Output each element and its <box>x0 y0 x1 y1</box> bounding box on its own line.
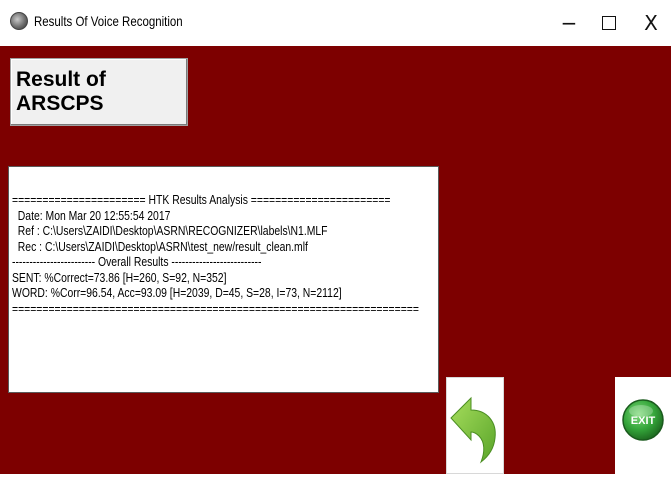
exit-button[interactable]: EXIT <box>615 377 671 474</box>
result-of-arscps-button[interactable]: Result of ARSCPS <box>10 58 188 126</box>
minimize-button[interactable]: − <box>549 8 589 38</box>
window-client-area: Result of ARSCPS ====================== … <box>0 46 671 474</box>
results-line: Rec : C:\Users\ZAIDI\Desktop\ASRN\test_n… <box>12 238 308 254</box>
results-line: ========================================… <box>12 300 419 316</box>
results-line: SENT: %Correct=73.86 [H=260, S=92, N=352… <box>12 269 227 285</box>
results-line: WORD: %Corr=96.54, Acc=93.09 [H=2039, D=… <box>12 285 342 300</box>
maximize-button[interactable] <box>589 8 629 38</box>
back-button[interactable] <box>446 377 504 474</box>
exit-label: EXIT <box>631 415 656 427</box>
speaker-icon <box>10 12 28 30</box>
back-arrow-icon <box>450 396 496 464</box>
maximize-icon <box>602 16 616 30</box>
results-line: Date: Mon Mar 20 12:55:54 2017 <box>12 207 171 223</box>
results-line: ------------------------ Overall Results… <box>12 254 262 269</box>
window-title: Results Of Voice Recognition <box>34 13 183 29</box>
close-button[interactable]: X <box>631 8 671 38</box>
results-line: ====================== HTK Results Analy… <box>12 192 391 207</box>
results-line: Ref : C:\Users\ZAIDI\Desktop\ASRN\RECOGN… <box>12 223 328 238</box>
exit-icon: EXIT <box>622 399 664 441</box>
title-bar: Results Of Voice Recognition − X <box>0 0 671 46</box>
results-text-box[interactable]: ====================== HTK Results Analy… <box>8 166 439 393</box>
